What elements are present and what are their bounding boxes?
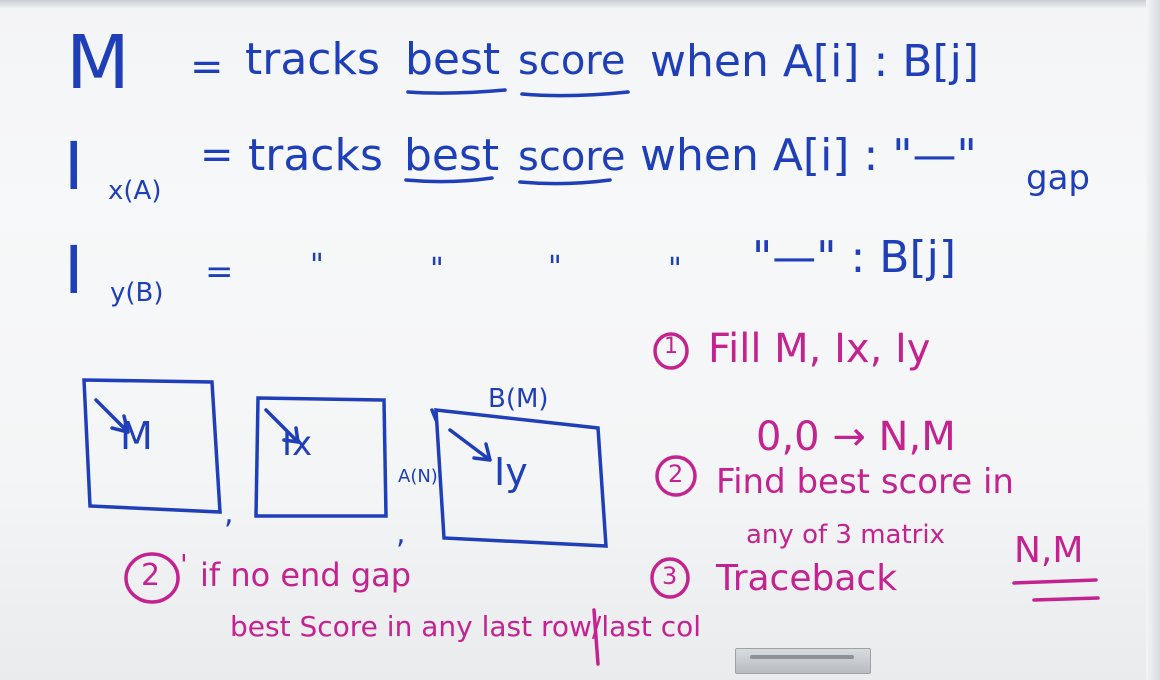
note-prime: ' bbox=[180, 548, 188, 581]
step1-range: 0,0 → N,M bbox=[756, 414, 956, 460]
comma-2: , bbox=[396, 516, 406, 551]
underline-best-1 bbox=[406, 88, 507, 95]
step2-number: 2 bbox=[668, 460, 684, 488]
matrix-m-label: M bbox=[120, 414, 153, 458]
matrix-ix-box bbox=[254, 396, 388, 518]
underline-score-1 bbox=[520, 90, 630, 98]
matrix-iy-label: Iy bbox=[494, 450, 528, 494]
note-number: 2 bbox=[141, 558, 161, 593]
matrix-ix-label: Ix bbox=[282, 424, 313, 464]
matrix-iy-arrow bbox=[448, 428, 492, 462]
step3-text: Traceback bbox=[716, 558, 898, 599]
whiteboard: M = tracks best score when A[i] : B[j] I… bbox=[0, 0, 1160, 680]
matrix-iy-columns-label: B(M) bbox=[488, 384, 549, 414]
step2-text: Find best score in bbox=[716, 462, 1014, 502]
step2-subtext: any of 3 matrix bbox=[746, 520, 945, 550]
underline-nm-1 bbox=[1012, 578, 1098, 585]
marker-tray bbox=[735, 648, 871, 674]
step2-nm: N,M bbox=[1014, 530, 1084, 571]
underline-best-2 bbox=[404, 176, 494, 184]
step1-number: 1 bbox=[664, 334, 678, 359]
marker-tray-slot bbox=[750, 655, 854, 659]
underline-nm-2 bbox=[1032, 596, 1100, 602]
underline-score-2 bbox=[518, 178, 612, 186]
comma-1: , bbox=[224, 496, 234, 531]
note-line2: best Score in any last row/last col bbox=[230, 610, 702, 643]
matrix-iy-rows-label: A(N) bbox=[398, 466, 438, 487]
note-line1: if no end gap bbox=[200, 556, 412, 594]
step1-text: Fill M, Ix, Iy bbox=[708, 326, 931, 372]
board-drawings bbox=[82, 88, 1100, 666]
step3-number: 3 bbox=[662, 562, 678, 590]
